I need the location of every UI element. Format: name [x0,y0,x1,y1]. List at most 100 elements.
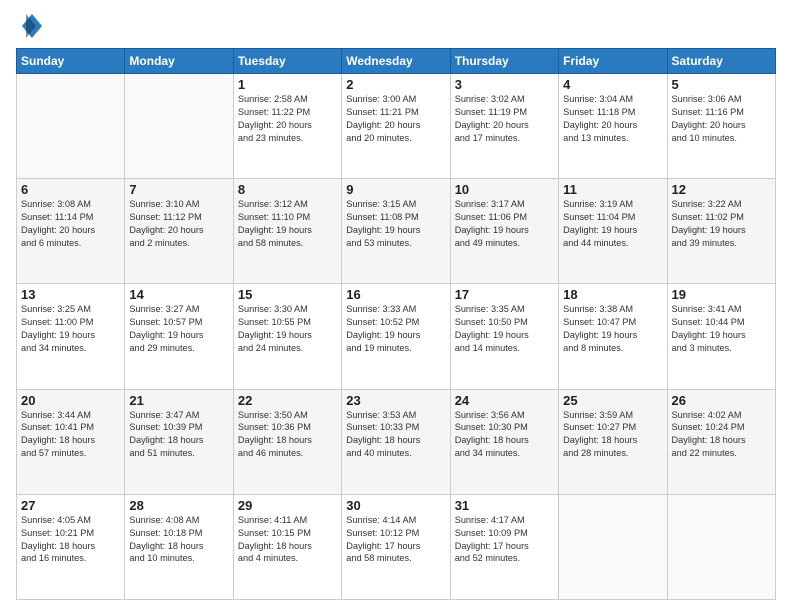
day-number: 31 [455,498,554,513]
week-row-3: 13Sunrise: 3:25 AM Sunset: 11:00 PM Dayl… [17,284,776,389]
day-cell: 12Sunrise: 3:22 AM Sunset: 11:02 PM Dayl… [667,179,775,284]
day-cell: 5Sunrise: 3:06 AM Sunset: 11:16 PM Dayli… [667,74,775,179]
day-info: Sunrise: 3:56 AM Sunset: 10:30 PM Daylig… [455,409,554,461]
day-number: 7 [129,182,228,197]
day-number: 8 [238,182,337,197]
day-cell: 17Sunrise: 3:35 AM Sunset: 10:50 PM Dayl… [450,284,558,389]
day-cell: 29Sunrise: 4:11 AM Sunset: 10:15 PM Dayl… [233,494,341,599]
day-number: 16 [346,287,445,302]
day-number: 27 [21,498,120,513]
day-number: 14 [129,287,228,302]
day-info: Sunrise: 4:17 AM Sunset: 10:09 PM Daylig… [455,514,554,566]
day-info: Sunrise: 3:00 AM Sunset: 11:21 PM Daylig… [346,93,445,145]
day-number: 15 [238,287,337,302]
page: SundayMondayTuesdayWednesdayThursdayFrid… [0,0,792,612]
day-cell: 1Sunrise: 2:58 AM Sunset: 11:22 PM Dayli… [233,74,341,179]
day-info: Sunrise: 3:33 AM Sunset: 10:52 PM Daylig… [346,303,445,355]
day-cell: 28Sunrise: 4:08 AM Sunset: 10:18 PM Dayl… [125,494,233,599]
day-number: 6 [21,182,120,197]
calendar-header: SundayMondayTuesdayWednesdayThursdayFrid… [17,49,776,74]
day-number: 1 [238,77,337,92]
day-cell: 8Sunrise: 3:12 AM Sunset: 11:10 PM Dayli… [233,179,341,284]
day-number: 13 [21,287,120,302]
calendar: SundayMondayTuesdayWednesdayThursdayFrid… [16,48,776,600]
day-cell: 19Sunrise: 3:41 AM Sunset: 10:44 PM Dayl… [667,284,775,389]
day-cell: 3Sunrise: 3:02 AM Sunset: 11:19 PM Dayli… [450,74,558,179]
day-info: Sunrise: 3:59 AM Sunset: 10:27 PM Daylig… [563,409,662,461]
day-info: Sunrise: 3:10 AM Sunset: 11:12 PM Daylig… [129,198,228,250]
week-row-2: 6Sunrise: 3:08 AM Sunset: 11:14 PM Dayli… [17,179,776,284]
day-number: 25 [563,393,662,408]
weekday-header-saturday: Saturday [667,49,775,74]
day-cell: 15Sunrise: 3:30 AM Sunset: 10:55 PM Dayl… [233,284,341,389]
week-row-5: 27Sunrise: 4:05 AM Sunset: 10:21 PM Dayl… [17,494,776,599]
day-info: Sunrise: 3:02 AM Sunset: 11:19 PM Daylig… [455,93,554,145]
day-number: 30 [346,498,445,513]
weekday-header-friday: Friday [559,49,667,74]
logo-icon [16,12,44,40]
day-number: 2 [346,77,445,92]
weekday-row: SundayMondayTuesdayWednesdayThursdayFrid… [17,49,776,74]
day-cell: 13Sunrise: 3:25 AM Sunset: 11:00 PM Dayl… [17,284,125,389]
day-number: 20 [21,393,120,408]
day-cell: 31Sunrise: 4:17 AM Sunset: 10:09 PM Dayl… [450,494,558,599]
day-info: Sunrise: 3:44 AM Sunset: 10:41 PM Daylig… [21,409,120,461]
day-info: Sunrise: 3:19 AM Sunset: 11:04 PM Daylig… [563,198,662,250]
day-cell: 10Sunrise: 3:17 AM Sunset: 11:06 PM Dayl… [450,179,558,284]
day-cell: 21Sunrise: 3:47 AM Sunset: 10:39 PM Dayl… [125,389,233,494]
day-info: Sunrise: 3:04 AM Sunset: 11:18 PM Daylig… [563,93,662,145]
day-number: 9 [346,182,445,197]
day-number: 10 [455,182,554,197]
day-info: Sunrise: 3:25 AM Sunset: 11:00 PM Daylig… [21,303,120,355]
day-number: 5 [672,77,771,92]
day-info: Sunrise: 3:15 AM Sunset: 11:08 PM Daylig… [346,198,445,250]
day-cell: 16Sunrise: 3:33 AM Sunset: 10:52 PM Dayl… [342,284,450,389]
day-info: Sunrise: 3:47 AM Sunset: 10:39 PM Daylig… [129,409,228,461]
day-info: Sunrise: 3:30 AM Sunset: 10:55 PM Daylig… [238,303,337,355]
day-number: 23 [346,393,445,408]
day-number: 26 [672,393,771,408]
weekday-header-wednesday: Wednesday [342,49,450,74]
day-info: Sunrise: 4:11 AM Sunset: 10:15 PM Daylig… [238,514,337,566]
day-cell: 26Sunrise: 4:02 AM Sunset: 10:24 PM Dayl… [667,389,775,494]
day-cell: 30Sunrise: 4:14 AM Sunset: 10:12 PM Dayl… [342,494,450,599]
day-cell [125,74,233,179]
day-info: Sunrise: 4:14 AM Sunset: 10:12 PM Daylig… [346,514,445,566]
day-number: 28 [129,498,228,513]
day-number: 24 [455,393,554,408]
day-info: Sunrise: 4:08 AM Sunset: 10:18 PM Daylig… [129,514,228,566]
calendar-body: 1Sunrise: 2:58 AM Sunset: 11:22 PM Dayli… [17,74,776,600]
day-cell: 24Sunrise: 3:56 AM Sunset: 10:30 PM Dayl… [450,389,558,494]
day-cell: 18Sunrise: 3:38 AM Sunset: 10:47 PM Dayl… [559,284,667,389]
day-info: Sunrise: 3:41 AM Sunset: 10:44 PM Daylig… [672,303,771,355]
day-cell [667,494,775,599]
week-row-1: 1Sunrise: 2:58 AM Sunset: 11:22 PM Dayli… [17,74,776,179]
weekday-header-tuesday: Tuesday [233,49,341,74]
day-number: 21 [129,393,228,408]
day-number: 3 [455,77,554,92]
day-info: Sunrise: 3:17 AM Sunset: 11:06 PM Daylig… [455,198,554,250]
day-info: Sunrise: 2:58 AM Sunset: 11:22 PM Daylig… [238,93,337,145]
day-info: Sunrise: 3:50 AM Sunset: 10:36 PM Daylig… [238,409,337,461]
day-number: 22 [238,393,337,408]
day-cell: 9Sunrise: 3:15 AM Sunset: 11:08 PM Dayli… [342,179,450,284]
day-cell: 23Sunrise: 3:53 AM Sunset: 10:33 PM Dayl… [342,389,450,494]
day-number: 11 [563,182,662,197]
day-cell: 27Sunrise: 4:05 AM Sunset: 10:21 PM Dayl… [17,494,125,599]
day-info: Sunrise: 3:27 AM Sunset: 10:57 PM Daylig… [129,303,228,355]
day-cell: 2Sunrise: 3:00 AM Sunset: 11:21 PM Dayli… [342,74,450,179]
weekday-header-sunday: Sunday [17,49,125,74]
day-cell: 4Sunrise: 3:04 AM Sunset: 11:18 PM Dayli… [559,74,667,179]
day-cell: 11Sunrise: 3:19 AM Sunset: 11:04 PM Dayl… [559,179,667,284]
day-info: Sunrise: 3:38 AM Sunset: 10:47 PM Daylig… [563,303,662,355]
day-info: Sunrise: 3:12 AM Sunset: 11:10 PM Daylig… [238,198,337,250]
day-cell [17,74,125,179]
day-info: Sunrise: 4:05 AM Sunset: 10:21 PM Daylig… [21,514,120,566]
week-row-4: 20Sunrise: 3:44 AM Sunset: 10:41 PM Dayl… [17,389,776,494]
day-cell: 14Sunrise: 3:27 AM Sunset: 10:57 PM Dayl… [125,284,233,389]
day-number: 19 [672,287,771,302]
day-cell: 7Sunrise: 3:10 AM Sunset: 11:12 PM Dayli… [125,179,233,284]
day-info: Sunrise: 3:08 AM Sunset: 11:14 PM Daylig… [21,198,120,250]
day-cell: 25Sunrise: 3:59 AM Sunset: 10:27 PM Dayl… [559,389,667,494]
day-cell [559,494,667,599]
